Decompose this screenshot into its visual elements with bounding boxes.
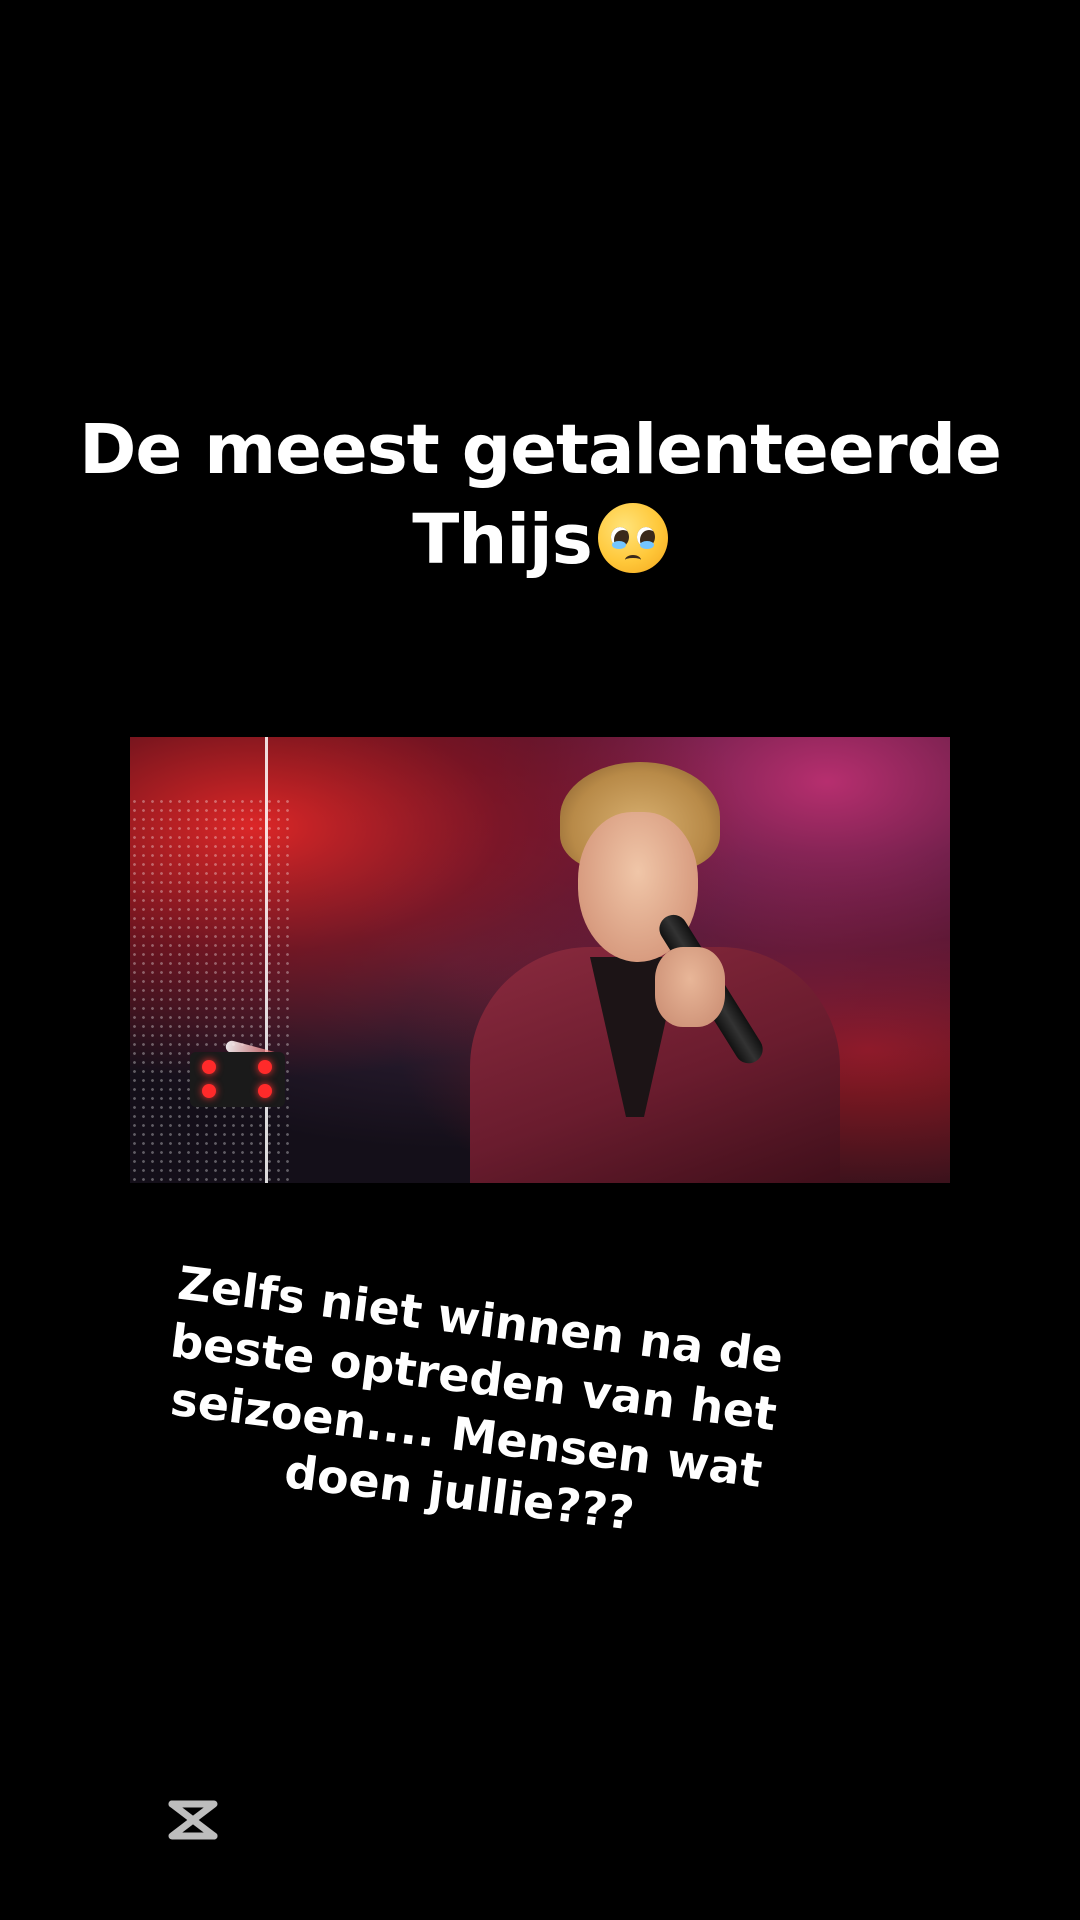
capcut-logo-icon [166,1798,220,1842]
stage-light-line [265,737,268,1183]
pleading-face-emoji-icon [597,503,668,573]
video-frame[interactable] [130,737,950,1183]
video-caption: Zelfs niet winnen na de beste optreden v… [138,1252,802,1560]
post-title: De meest getalenteerde Thijs [0,405,1080,585]
post-title-line-1: De meest getalenteerde [79,410,1002,490]
performer-hand [655,947,725,1027]
stage-spotlight [190,1052,285,1107]
post-title-name: Thijs [412,500,593,580]
post-title-line-2: Thijs [0,495,1080,585]
performer [430,757,870,1183]
